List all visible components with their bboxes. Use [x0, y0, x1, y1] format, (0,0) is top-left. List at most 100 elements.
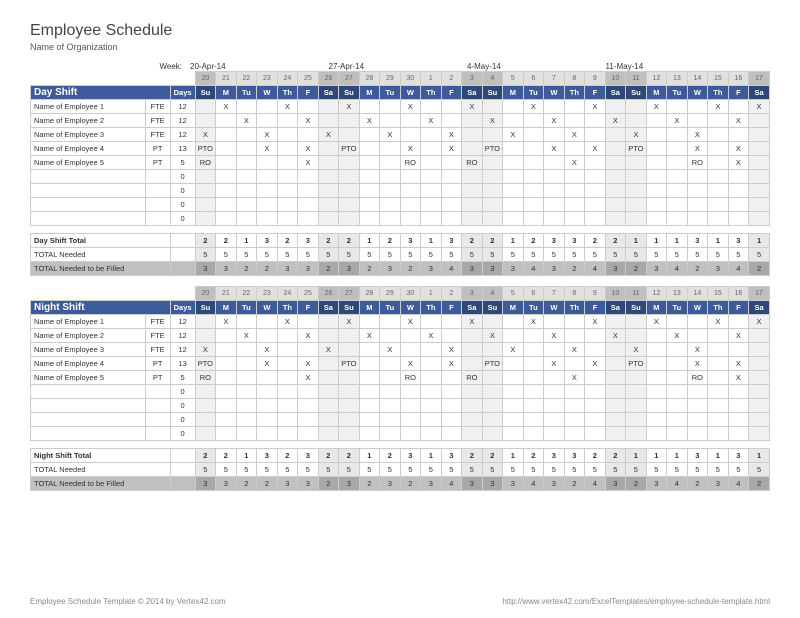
- day-cell: RO: [400, 371, 421, 385]
- day-cell: 3: [564, 234, 585, 248]
- day-cell: [298, 128, 319, 142]
- day-cell: 2: [749, 477, 770, 491]
- day-cell: [359, 184, 380, 198]
- day-cell: 3: [503, 262, 524, 276]
- day-cell: [626, 399, 647, 413]
- date-num: 17: [749, 72, 770, 86]
- day-cell: 5: [544, 248, 565, 262]
- day-cell: [441, 212, 462, 226]
- dow-cell: W: [544, 86, 565, 100]
- day-cell: 5: [749, 248, 770, 262]
- day-cell: [298, 198, 319, 212]
- shift-table: 2021222324252627282930123456789101112131…: [30, 286, 770, 491]
- day-cell: [359, 315, 380, 329]
- day-cell: [195, 385, 216, 399]
- day-cell: 5: [585, 463, 606, 477]
- day-cell: [646, 427, 667, 441]
- day-cell: 2: [318, 449, 339, 463]
- day-cell: [605, 357, 626, 371]
- dow-cell: Sa: [605, 86, 626, 100]
- day-cell: 1: [236, 449, 257, 463]
- day-cell: [359, 156, 380, 170]
- day-cell: 3: [257, 234, 278, 248]
- date-num: 26: [318, 287, 339, 301]
- day-cell: [605, 142, 626, 156]
- day-cell: [339, 170, 360, 184]
- day-cell: [380, 170, 401, 184]
- day-cell: X: [400, 142, 421, 156]
- day-cell: [277, 343, 298, 357]
- day-cell: [339, 128, 360, 142]
- day-cell: X: [687, 343, 708, 357]
- dow-cell: M: [503, 301, 524, 315]
- blank-days: 0: [170, 427, 195, 441]
- day-cell: [257, 212, 278, 226]
- day-cell: [728, 399, 749, 413]
- day-cell: 3: [298, 262, 319, 276]
- day-cell: [544, 315, 565, 329]
- day-cell: [523, 184, 544, 198]
- day-cell: 5: [318, 463, 339, 477]
- blank: [145, 287, 170, 301]
- day-cell: [400, 427, 421, 441]
- blank-name: [31, 413, 146, 427]
- day-cell: [482, 212, 503, 226]
- blank-name: [31, 198, 146, 212]
- day-cell: 1: [749, 449, 770, 463]
- day-cell: 5: [564, 248, 585, 262]
- day-cell: [441, 198, 462, 212]
- day-cell: 3: [605, 262, 626, 276]
- date-num: 14: [687, 72, 708, 86]
- day-cell: [646, 212, 667, 226]
- dow-cell: Su: [195, 301, 216, 315]
- day-cell: RO: [462, 371, 483, 385]
- day-cell: [503, 315, 524, 329]
- day-cell: [503, 399, 524, 413]
- day-cell: [380, 329, 401, 343]
- employee-days: 12: [170, 114, 195, 128]
- day-cell: [236, 357, 257, 371]
- day-cell: X: [298, 142, 319, 156]
- day-cell: [605, 315, 626, 329]
- dow-cell: M: [359, 86, 380, 100]
- day-cell: [482, 184, 503, 198]
- day-cell: [195, 198, 216, 212]
- day-cell: [339, 114, 360, 128]
- day-cell: [749, 114, 770, 128]
- dow-cell: Tu: [236, 301, 257, 315]
- day-cell: [708, 427, 729, 441]
- day-cell: X: [359, 114, 380, 128]
- day-cell: [482, 343, 503, 357]
- day-cell: X: [318, 128, 339, 142]
- date-num: 8: [564, 287, 585, 301]
- day-cell: [195, 399, 216, 413]
- day-cell: 4: [667, 262, 688, 276]
- day-cell: X: [667, 329, 688, 343]
- day-cell: 5: [236, 248, 257, 262]
- dow-cell: Su: [482, 86, 503, 100]
- day-cell: 4: [441, 262, 462, 276]
- day-cell: [503, 427, 524, 441]
- day-cell: [462, 413, 483, 427]
- dow-cell: W: [400, 86, 421, 100]
- day-cell: [749, 371, 770, 385]
- day-cell: [728, 427, 749, 441]
- day-cell: 1: [749, 234, 770, 248]
- day-cell: 3: [503, 477, 524, 491]
- day-cell: 5: [646, 248, 667, 262]
- day-cell: [380, 385, 401, 399]
- day-cell: 2: [277, 449, 298, 463]
- dow-cell: Tu: [523, 86, 544, 100]
- day-cell: [257, 371, 278, 385]
- day-cell: [523, 329, 544, 343]
- day-cell: X: [646, 315, 667, 329]
- employee-type: PT: [145, 156, 170, 170]
- day-cell: [708, 371, 729, 385]
- day-cell: [421, 413, 442, 427]
- day-cell: 3: [564, 449, 585, 463]
- day-cell: X: [462, 100, 483, 114]
- day-cell: [462, 329, 483, 343]
- dow-cell: Sa: [605, 301, 626, 315]
- blank-type: [145, 385, 170, 399]
- day-cell: [667, 142, 688, 156]
